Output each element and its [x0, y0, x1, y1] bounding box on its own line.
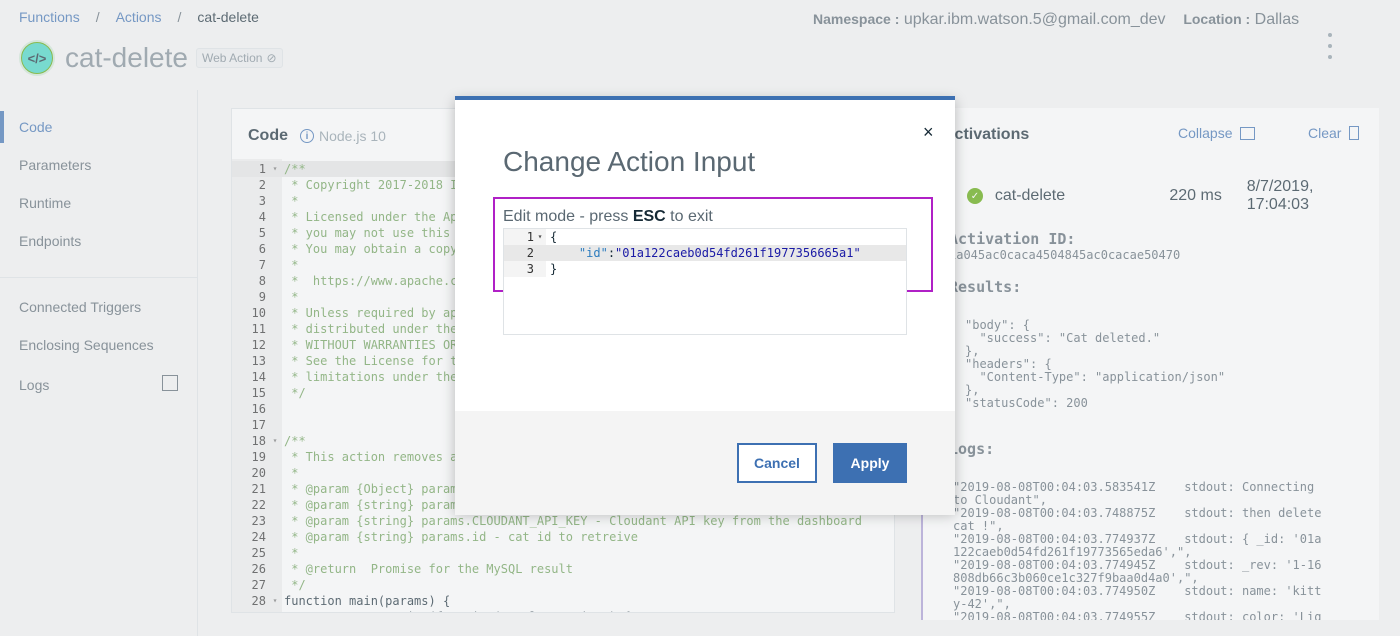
editor-line-text: }	[550, 262, 558, 276]
edit-mode-hint: Edit mode - press ESC to exit	[503, 208, 713, 226]
json-key: "id"	[578, 246, 608, 260]
editor-line: 2 "id":"01a122caeb0d54fd261f1977356665a1…	[504, 245, 906, 261]
change-action-input-modal: × Change Action Input Edit mode - press …	[455, 96, 955, 515]
modal-footer: Cancel Apply	[455, 411, 955, 515]
edit-hint-key: ESC	[632, 208, 666, 225]
edit-hint-suffix: to exit	[665, 208, 713, 225]
editor-line: 1 ▾{	[526, 229, 558, 245]
editor-line-text: {	[550, 230, 558, 244]
edit-hint-prefix: Edit mode - press	[503, 208, 633, 225]
apply-button[interactable]: Apply	[833, 443, 907, 483]
cancel-button[interactable]: Cancel	[737, 443, 817, 483]
editor-line: 3}	[526, 262, 558, 276]
json-input-editor[interactable]: 1 ▾{ 2 "id":"01a122caeb0d54fd261f19773566…	[503, 228, 907, 335]
close-icon[interactable]: ×	[923, 122, 934, 143]
json-value: "01a122caeb0d54fd261f1977356665a1"	[615, 246, 861, 260]
fold-arrow-icon[interactable]: ▾	[534, 229, 546, 245]
modal-title: Change Action Input	[503, 146, 756, 177]
